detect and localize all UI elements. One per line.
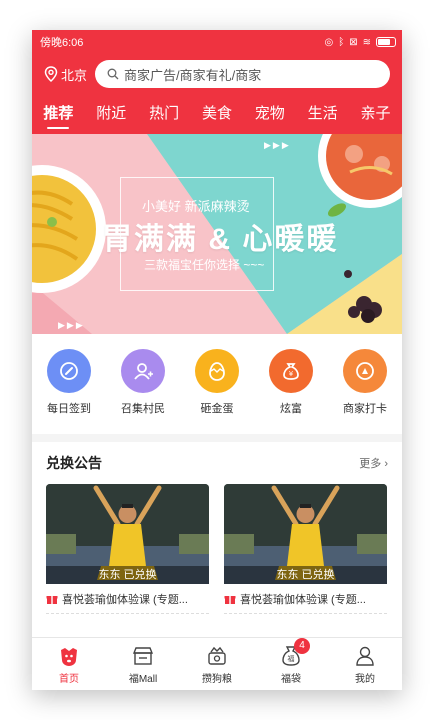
search-row: 北京 商家广告/商家有礼/商家 bbox=[32, 54, 402, 94]
feature-label: 每日签到 bbox=[47, 403, 91, 415]
tab-popular[interactable]: 热门 bbox=[149, 102, 179, 127]
tab-family[interactable]: 亲子 bbox=[360, 102, 390, 127]
status-bar: 傍晚6:06 ◎ ᛒ ⊠ ≋ bbox=[32, 30, 402, 54]
feature-show-off[interactable]: ¥ 炫富 bbox=[259, 349, 323, 416]
tabbar-label: 福Mall bbox=[128, 673, 158, 685]
divider bbox=[224, 613, 387, 614]
feature-label: 炫富 bbox=[280, 403, 302, 415]
signin-icon bbox=[47, 349, 91, 393]
gift-icon bbox=[46, 596, 58, 604]
feature-merchant-checkin[interactable]: 商家打卡 bbox=[333, 349, 397, 416]
battery-icon bbox=[376, 37, 396, 47]
notice-card[interactable]: 东东 已兑换 喜悦荟瑜伽体验课 (专题... bbox=[46, 484, 209, 614]
card-title: 喜悦荟瑜伽体验课 (专题... bbox=[240, 594, 366, 606]
add-user-icon bbox=[121, 349, 165, 393]
bluetooth-icon: ᛒ bbox=[338, 36, 345, 48]
search-placeholder: 商家广告/商家有礼/商家 bbox=[124, 67, 262, 83]
svg-text:¥: ¥ bbox=[289, 370, 294, 378]
money-bag-icon: ¥ bbox=[269, 349, 313, 393]
category-tabs: 推荐 附近 热门 美食 宠物 生活 亲子 bbox=[32, 94, 402, 134]
checkin-icon bbox=[343, 349, 387, 393]
profile-icon bbox=[356, 646, 374, 666]
divider bbox=[46, 613, 209, 614]
banner-small-text: 三款福宝任你选择 ~~~ bbox=[144, 258, 265, 272]
tab-food[interactable]: 美食 bbox=[202, 102, 232, 127]
tabbar-label: 福袋 bbox=[281, 673, 301, 685]
tab-recommend[interactable]: 推荐 bbox=[43, 102, 73, 129]
tabbar-lucky-bag[interactable]: 福 4 福袋 bbox=[261, 637, 321, 685]
notification-badge: 4 bbox=[294, 637, 310, 654]
bottom-tab-bar: 首页 福Mall 攒狗粮 福 4 福袋 我的 bbox=[32, 637, 402, 690]
yoga-photo: 东东 已兑换 bbox=[224, 484, 387, 584]
feature-label: 召集村民 bbox=[121, 403, 165, 415]
yoga-photo: 东东 已兑换 bbox=[46, 484, 209, 584]
phone-screen: 傍晚6:06 ◎ ᛒ ⊠ ≋ 北京 商家广告/商家有礼/商家 推荐 附近 热门 … bbox=[32, 30, 402, 690]
notice-card[interactable]: 东东 已兑换 喜悦荟瑜伽体验课 (专题... bbox=[224, 484, 387, 614]
banner-arrows-icon: ▶▶▶ bbox=[264, 140, 291, 150]
notice-title: 兑换公告 bbox=[46, 455, 102, 471]
status-time: 傍晚6:06 bbox=[40, 37, 84, 49]
tab-life[interactable]: 生活 bbox=[308, 102, 338, 127]
tabbar-home[interactable]: 首页 bbox=[39, 644, 99, 685]
feature-daily-signin[interactable]: 每日签到 bbox=[37, 349, 101, 416]
feature-invite-villagers[interactable]: 召集村民 bbox=[111, 349, 175, 416]
tabbar-mall[interactable]: 福Mall bbox=[113, 644, 173, 685]
search-input[interactable]: 商家广告/商家有礼/商家 bbox=[95, 60, 390, 88]
feature-golden-egg[interactable]: 砸金蛋 bbox=[185, 349, 249, 416]
gift-icon bbox=[224, 596, 236, 604]
banner-title: 胃满满 & 心暖暖 bbox=[102, 223, 339, 256]
search-icon bbox=[107, 68, 119, 80]
location-selector[interactable]: 北京 bbox=[44, 65, 87, 84]
notice-header: 兑换公告 更多 › bbox=[32, 442, 402, 484]
dog-food-icon bbox=[208, 646, 226, 665]
card-text: 喜悦荟瑜伽体验课 (专题... bbox=[46, 591, 209, 607]
status-icons: ◎ ᛒ ⊠ ≋ bbox=[324, 37, 396, 48]
banner-arrows-icon: ▶▶▶ bbox=[58, 320, 85, 330]
card-text: 喜悦荟瑜伽体验课 (专题... bbox=[224, 591, 387, 607]
home-dog-icon bbox=[61, 647, 77, 666]
tabbar-label: 攒狗粮 bbox=[202, 673, 232, 685]
more-link[interactable]: 更多 › bbox=[359, 455, 388, 471]
feature-label: 砸金蛋 bbox=[200, 403, 234, 415]
feature-label: 商家打卡 bbox=[343, 403, 387, 415]
exchange-caption: 东东 已兑换 bbox=[46, 566, 209, 584]
tabbar-label: 我的 bbox=[355, 673, 375, 685]
more-label: 更多 bbox=[359, 458, 382, 470]
tabbar-profile[interactable]: 我的 bbox=[335, 644, 395, 685]
exchange-notice-section: 兑换公告 更多 › 东东 已兑换 喜悦荟瑜伽体验课 (专题... 东东 已兑换 … bbox=[32, 442, 402, 642]
mall-icon bbox=[132, 646, 154, 665]
tab-pets[interactable]: 宠物 bbox=[255, 102, 285, 127]
notice-cards: 东东 已兑换 喜悦荟瑜伽体验课 (专题... 东东 已兑换 喜悦荟瑜伽体验课 (… bbox=[32, 484, 402, 614]
svg-text:福: 福 bbox=[288, 654, 295, 663]
promo-banner[interactable]: 小美好 新派麻辣烫 胃满满 & 心暖暖 三款福宝任你选择 ~~~ ▶▶▶ ▶▶▶ bbox=[32, 134, 402, 334]
alarm-icon: ◎ bbox=[324, 36, 334, 48]
location-label: 北京 bbox=[61, 67, 88, 83]
header: 傍晚6:06 ◎ ᛒ ⊠ ≋ 北京 商家广告/商家有礼/商家 推荐 附近 热门 … bbox=[32, 30, 402, 134]
feature-grid: 每日签到 召集村民 砸金蛋 ¥ 炫富 商家打卡 bbox=[32, 334, 402, 434]
tabbar-dog-food[interactable]: 攒狗粮 bbox=[187, 644, 247, 685]
exchange-caption: 东东 已兑换 bbox=[224, 566, 387, 584]
sim-icon: ⊠ bbox=[349, 36, 358, 48]
banner-subtitle: 小美好 新派麻辣烫 bbox=[142, 199, 250, 214]
golden-egg-icon bbox=[195, 349, 239, 393]
card-title: 喜悦荟瑜伽体验课 (专题... bbox=[62, 594, 188, 606]
tab-nearby[interactable]: 附近 bbox=[96, 102, 126, 127]
tabbar-label: 首页 bbox=[59, 673, 79, 685]
wifi-icon: ≋ bbox=[362, 36, 371, 48]
location-pin-icon bbox=[44, 66, 58, 82]
chevron-right-icon: › bbox=[384, 458, 388, 470]
